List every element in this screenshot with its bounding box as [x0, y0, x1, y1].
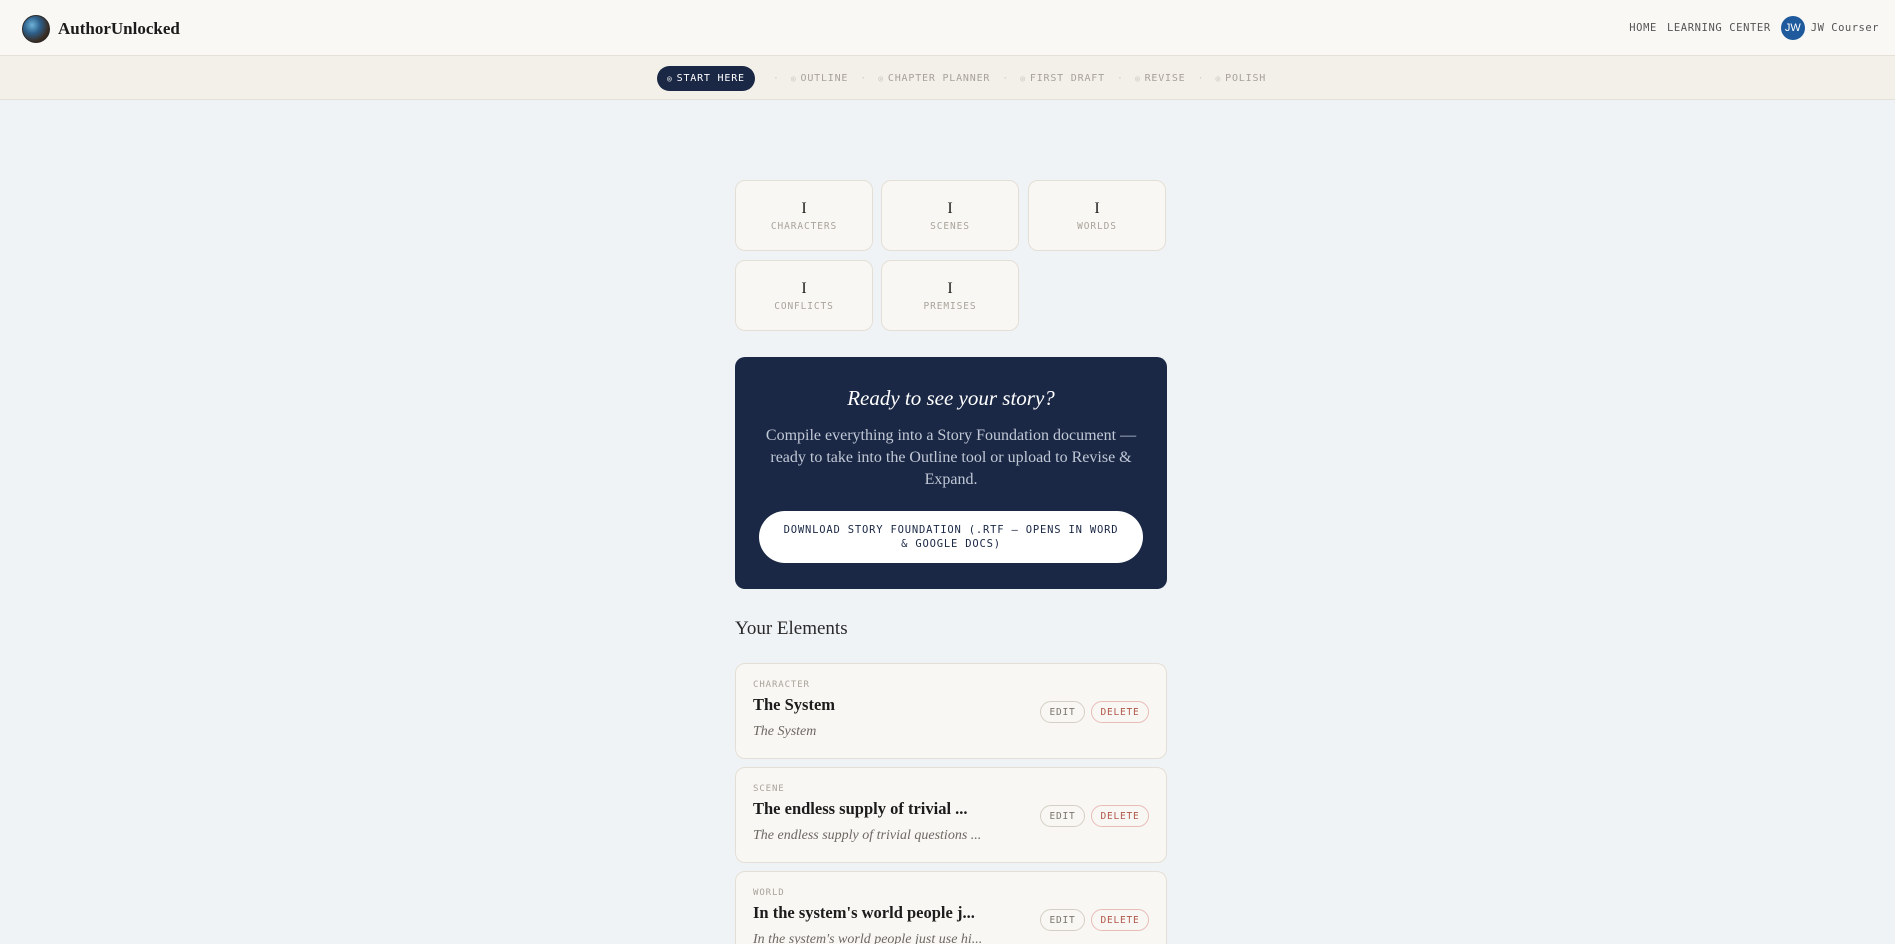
stat-label: SCENES: [930, 221, 970, 232]
step-dot-icon: ◎: [1020, 74, 1026, 83]
step-start-here[interactable]: ◎ START HERE: [657, 66, 755, 91]
username[interactable]: JW Courser: [1811, 22, 1879, 34]
step-dot-icon: ◎: [878, 74, 884, 83]
brand-link[interactable]: AuthorUnlocked: [22, 15, 180, 43]
stat-label: CHARACTERS: [770, 221, 838, 232]
top-nav: HOME LEARNING CENTER JW JW Courser: [1629, 16, 1879, 40]
step-dot-icon: ◎: [790, 74, 797, 83]
step-label: FIRST DRAFT: [1029, 73, 1105, 84]
stat-count: I: [947, 200, 953, 217]
workflow-steps-bar: ◎ START HERE · ◎ OUTLINE · ◎ CHAPTER PLA…: [0, 56, 1895, 100]
delete-button[interactable]: DELETE: [1091, 805, 1149, 827]
delete-button[interactable]: DELETE: [1091, 701, 1149, 723]
step-outline[interactable]: ◎ OUTLINE: [791, 73, 848, 84]
step-first-draft[interactable]: ◎ FIRST DRAFT: [1020, 73, 1105, 84]
element-description: The endless supply of trivial questions …: [753, 828, 982, 843]
cta-body: Compile everything into a Story Foundati…: [765, 427, 1137, 488]
stat-conflicts[interactable]: I CONFLICTS: [735, 260, 873, 331]
stat-premises[interactable]: I PREMISES: [881, 260, 1019, 331]
stat-count: I: [801, 280, 807, 297]
step-separator: ·: [1197, 73, 1204, 84]
step-label: START HERE: [676, 73, 745, 84]
elements-section-title: Your Elements: [735, 618, 848, 639]
step-polish[interactable]: ◎ POLISH: [1216, 73, 1267, 84]
element-type: SCENE: [753, 784, 785, 794]
step-label: CHAPTER PLANNER: [887, 73, 991, 84]
element-description: The System: [753, 724, 817, 739]
edit-button[interactable]: EDIT: [1040, 701, 1085, 723]
brand-name: AuthorUnlocked: [58, 19, 180, 38]
element-name: The endless supply of trivial ...: [753, 799, 968, 818]
step-label: REVISE: [1144, 73, 1186, 84]
user-avatar[interactable]: JW: [1780, 16, 1805, 40]
element-type: CHARACTER: [753, 680, 810, 690]
step-separator: ·: [1116, 73, 1123, 84]
edit-button[interactable]: EDIT: [1040, 909, 1085, 931]
step-label: POLISH: [1225, 73, 1267, 84]
nav-learning-center[interactable]: LEARNING CENTER: [1667, 22, 1771, 34]
element-type: WORLD: [753, 888, 785, 898]
element-card: CHARACTER The System The System EDIT DEL…: [735, 663, 1167, 759]
cta-title: Ready to see your story?: [847, 386, 1055, 410]
stat-count: I: [947, 280, 953, 297]
step-chapter-planner[interactable]: ◎ CHAPTER PLANNER: [878, 73, 990, 84]
stat-label: WORLDS: [1077, 221, 1117, 232]
stat-count: I: [801, 200, 807, 217]
step-dot-icon: ◎: [667, 74, 673, 83]
stat-label: PREMISES: [923, 301, 977, 312]
download-story-foundation-button[interactable]: DOWNLOAD STORY FOUNDATION (.RTF — OPENS …: [759, 511, 1143, 563]
top-header: AuthorUnlocked HOME LEARNING CENTER JW J…: [0, 0, 1895, 56]
element-name: In the system's world people j...: [753, 903, 975, 922]
step-separator: ·: [1002, 73, 1009, 84]
step-revise[interactable]: ◎ REVISE: [1135, 73, 1186, 84]
step-label: OUTLINE: [800, 73, 849, 84]
step-separator: ·: [772, 73, 779, 84]
nav-home[interactable]: HOME: [1629, 22, 1657, 34]
element-name: The System: [753, 695, 836, 714]
element-description: In the system's world people just use hi…: [753, 932, 983, 944]
step-dot-icon: ◎: [1215, 74, 1222, 83]
step-separator: ·: [860, 73, 867, 84]
step-dot-icon: ◎: [1134, 74, 1141, 83]
element-card: SCENE The endless supply of trivial ... …: [735, 767, 1167, 863]
stat-label: CONFLICTS: [774, 301, 834, 312]
stat-characters[interactable]: I CHARACTERS: [735, 180, 873, 251]
stat-scenes[interactable]: I SCENES: [881, 180, 1019, 251]
delete-button[interactable]: DELETE: [1091, 909, 1149, 931]
element-card: WORLD In the system's world people j... …: [735, 871, 1167, 944]
compile-cta-panel: Ready to see your story? Compile everyth…: [735, 357, 1167, 589]
stat-worlds[interactable]: I WORLDS: [1028, 180, 1166, 251]
workflow-steps: ◎ START HERE · ◎ OUTLINE · ◎ CHAPTER PLA…: [657, 66, 1266, 91]
edit-button[interactable]: EDIT: [1040, 805, 1085, 827]
stat-count: I: [1094, 200, 1100, 217]
brand-logo: [22, 15, 50, 43]
